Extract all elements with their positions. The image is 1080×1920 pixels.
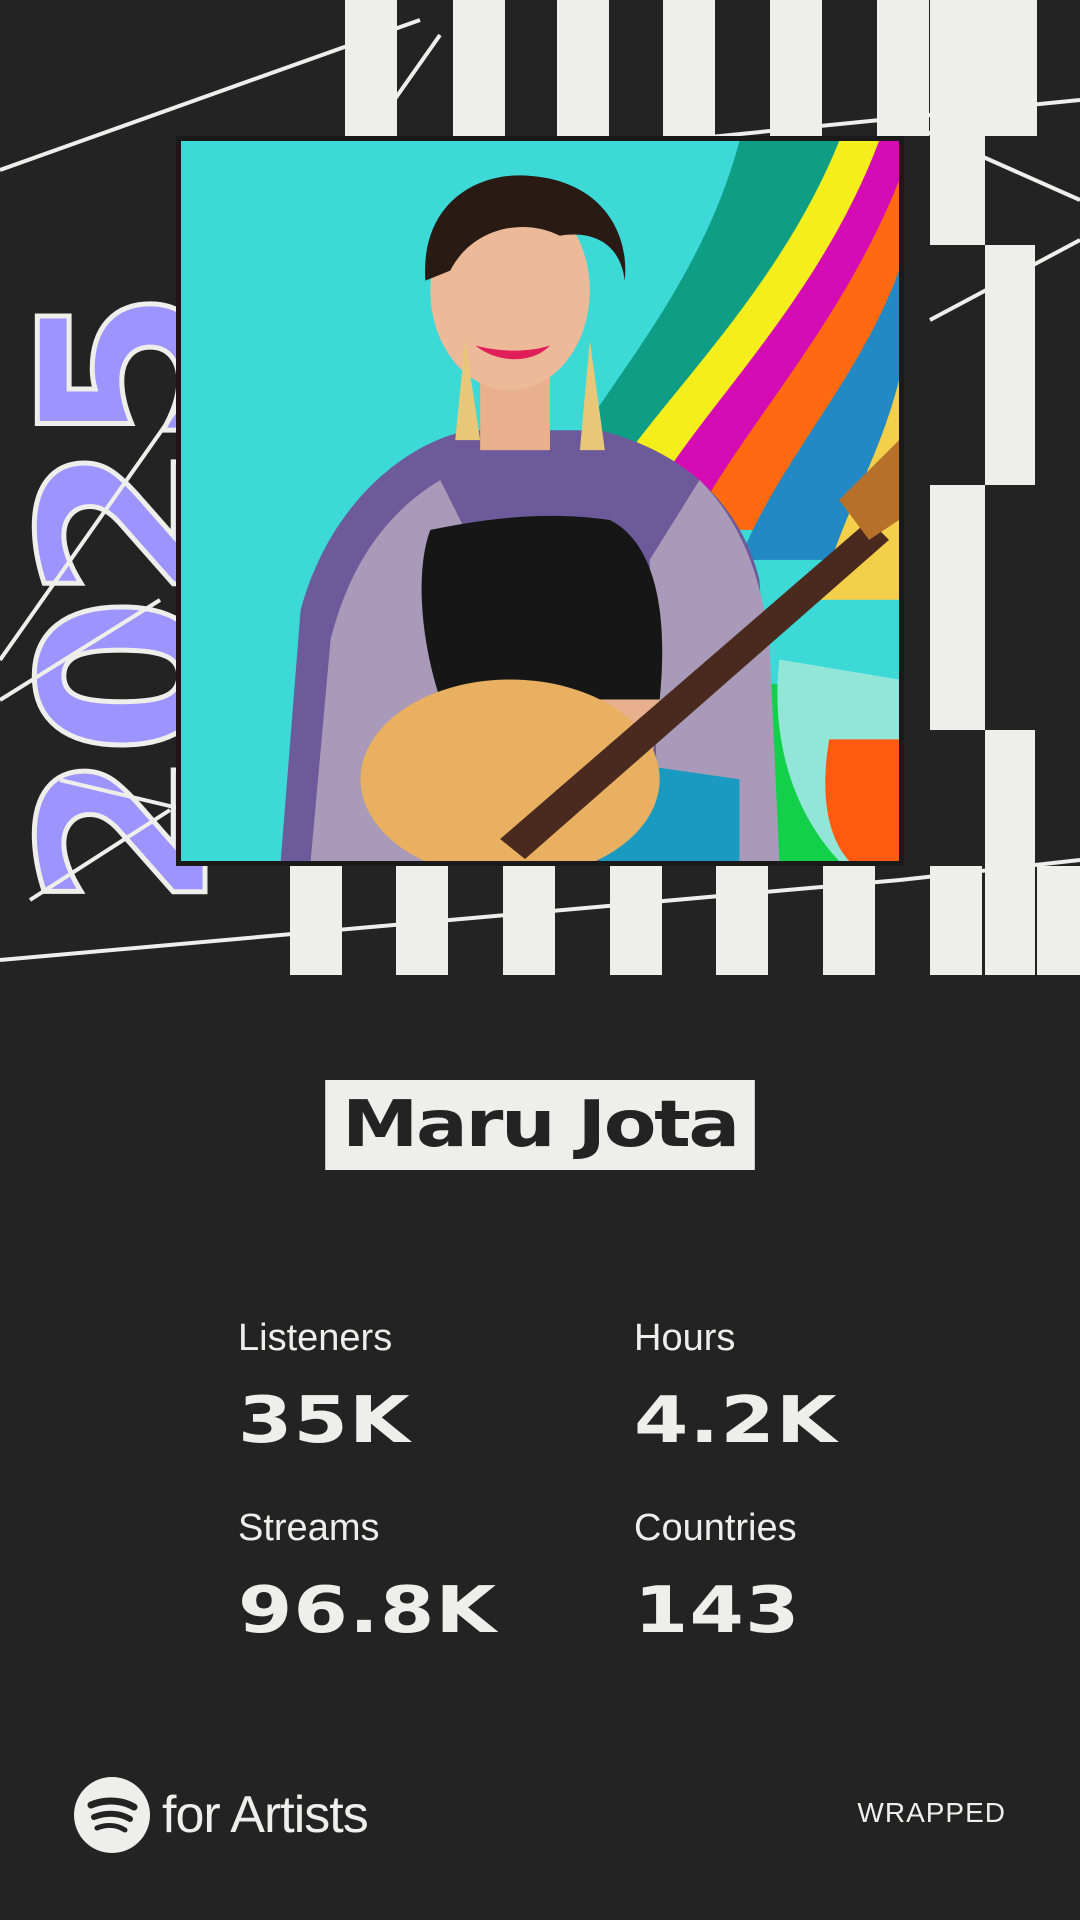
brand-label: for Artists (162, 1786, 369, 1844)
artist-name: Maru Jota (325, 1080, 755, 1170)
stat-value: 143 (634, 1574, 801, 1648)
stat-streams: Streams 96.8K (238, 1506, 496, 1650)
stat-countries: Countries 143 (634, 1506, 799, 1650)
artist-photo (176, 136, 904, 866)
artist-name-container: Maru Jota (0, 1080, 1080, 1170)
stat-listeners: Listeners 35K (238, 1316, 410, 1460)
wrapped-tag: WRAPPED (857, 1797, 1006, 1828)
stat-label: Hours (634, 1317, 736, 1359)
stat-value: 35K (238, 1384, 411, 1458)
stat-label: Streams (238, 1507, 380, 1549)
stat-label: Listeners (238, 1317, 393, 1359)
stat-label: Countries (634, 1507, 797, 1549)
stat-value: 4.2K (634, 1384, 838, 1458)
spotify-logo-icon (74, 1777, 150, 1853)
stat-hours: Hours 4.2K (634, 1316, 836, 1460)
stat-value: 96.8K (238, 1574, 498, 1648)
header-artwork: 2025 (0, 0, 1080, 975)
